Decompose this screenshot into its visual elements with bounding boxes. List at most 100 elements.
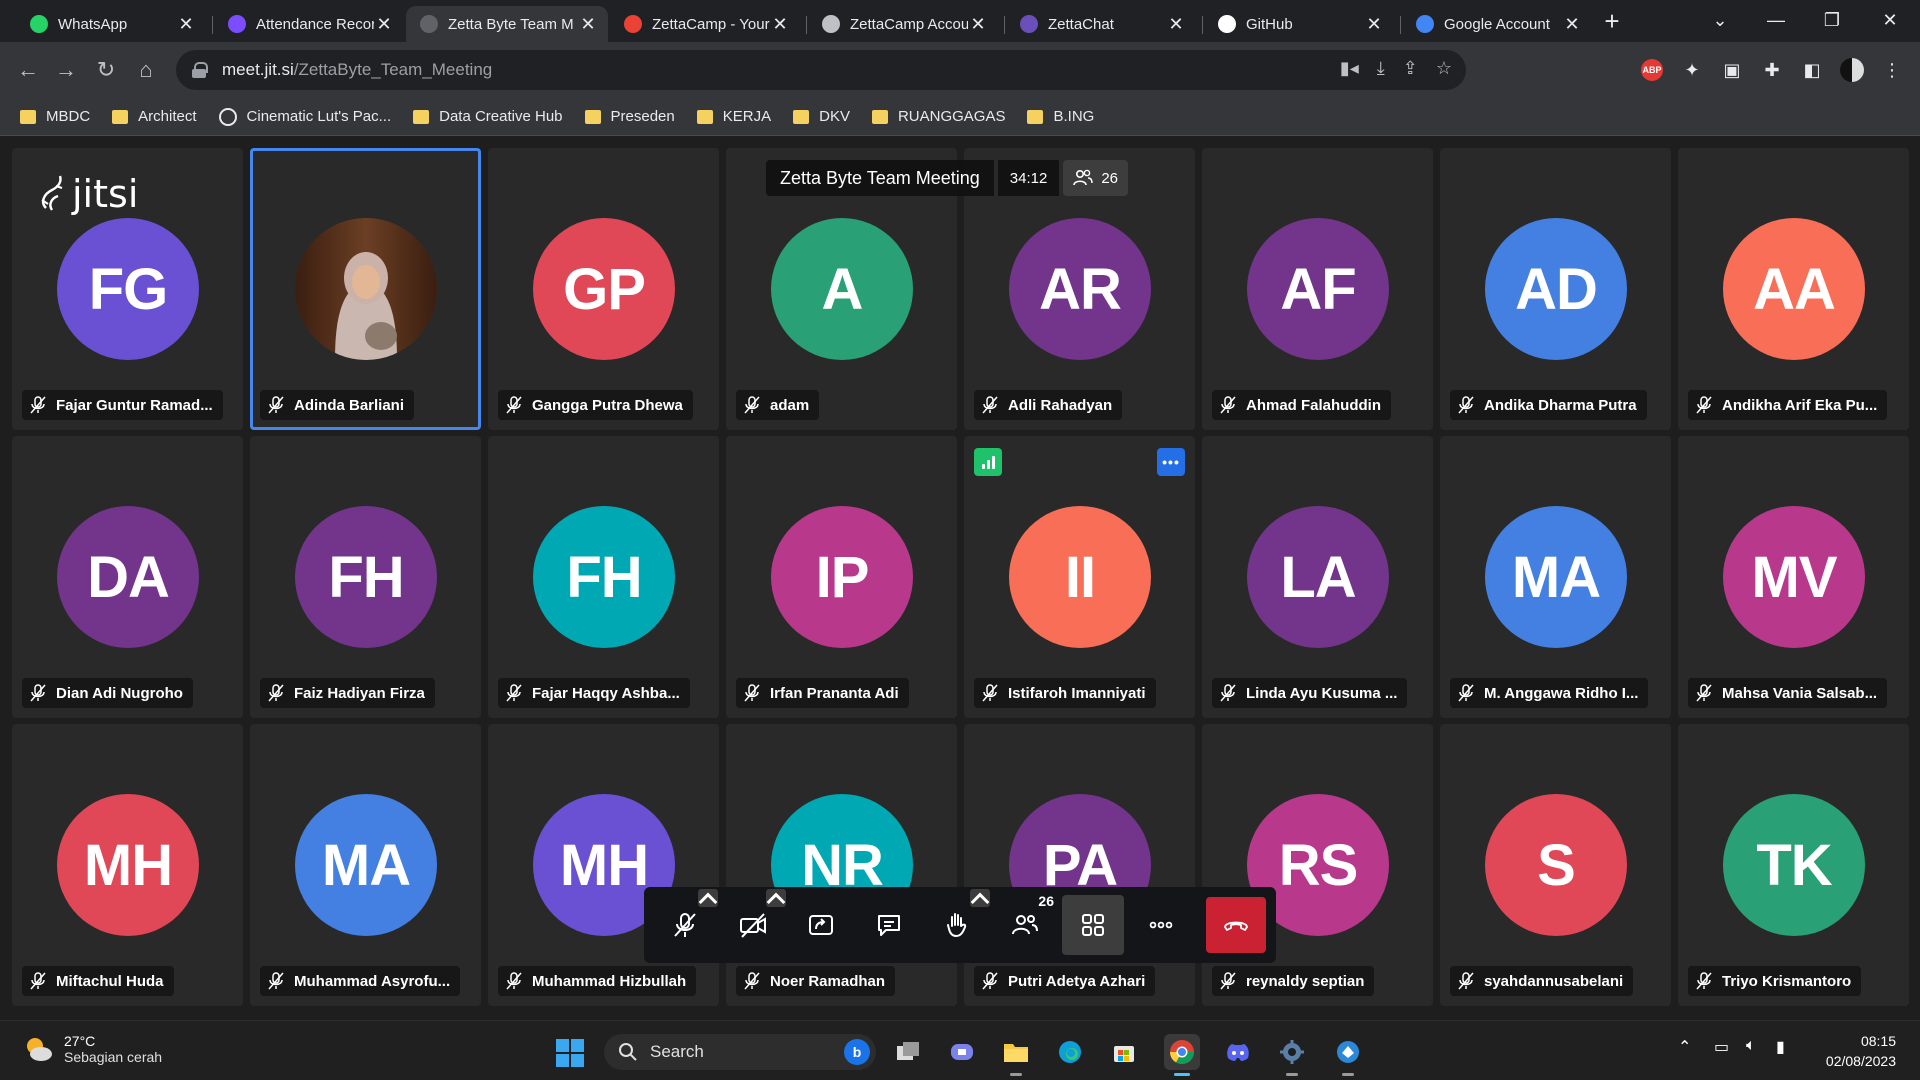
- home-icon[interactable]: ⌂: [132, 56, 160, 84]
- task-view-icon[interactable]: [890, 1034, 926, 1070]
- participant-tile[interactable]: TK Triyo Krismantoro: [1678, 724, 1909, 1006]
- participant-menu-icon[interactable]: •••: [1157, 448, 1185, 476]
- participants-button[interactable]: 26: [994, 893, 1056, 955]
- browser-tab[interactable]: Zetta Byte Team M ✕: [406, 6, 608, 42]
- participant-tile[interactable]: AD Andika Dharma Putra: [1440, 148, 1671, 430]
- participant-tile[interactable]: Adinda Barliani: [250, 148, 481, 430]
- close-tab-icon[interactable]: ✕: [176, 14, 196, 35]
- participant-tile[interactable]: NR Noer Ramadhan: [726, 724, 957, 1006]
- share-icon[interactable]: ⇪: [1403, 58, 1418, 79]
- participant-tile[interactable]: Ssyahdannusabelani: [1440, 724, 1671, 1006]
- bookmark-item[interactable]: RUANGGAGAS: [871, 108, 1005, 125]
- network-icon[interactable]: ▭: [1714, 1037, 1729, 1057]
- extension-icon[interactable]: ✦: [1678, 56, 1706, 84]
- video-settings-chevron-icon[interactable]: [766, 889, 786, 907]
- settings-gear-icon[interactable]: [1274, 1034, 1310, 1076]
- participant-tile[interactable]: LA Linda Ayu Kusuma ...: [1202, 436, 1433, 718]
- close-tab-icon[interactable]: ✕: [968, 14, 988, 35]
- close-tab-icon[interactable]: ✕: [578, 14, 598, 35]
- tab-search-chevron-icon[interactable]: ⌄: [1692, 0, 1748, 40]
- microphone-button[interactable]: [654, 889, 718, 955]
- participant-tile[interactable]: II ••• Istifaroh Imanniyati: [964, 436, 1195, 718]
- chrome-menu-icon[interactable]: ⋮: [1878, 56, 1906, 84]
- bookmark-item[interactable]: Cinematic Lut's Pac...: [218, 107, 391, 126]
- leave-meeting-button[interactable]: [1206, 897, 1267, 953]
- close-tab-icon[interactable]: ✕: [1166, 14, 1186, 35]
- participant-tile[interactable]: AF Ahmad Falahuddin: [1202, 148, 1433, 430]
- raise-hand-button[interactable]: [926, 889, 990, 955]
- close-tab-icon[interactable]: ✕: [374, 14, 394, 35]
- browser-tab[interactable]: ZettaCamp - Your ✕: [610, 6, 800, 42]
- close-tab-icon[interactable]: ✕: [1364, 14, 1384, 35]
- bookmark-item[interactable]: Data Creative Hub: [413, 108, 563, 125]
- browser-tab[interactable]: Attendance Recor ✕: [214, 6, 404, 42]
- extensions-puzzle-icon[interactable]: ✚: [1758, 56, 1786, 84]
- browser-tab[interactable]: ZettaCamp Accou ✕: [808, 6, 998, 42]
- more-actions-button[interactable]: [1130, 895, 1192, 955]
- volume-icon[interactable]: 🔈︎: [1746, 1037, 1756, 1055]
- side-panel-icon[interactable]: ◧: [1798, 56, 1826, 84]
- participant-tile[interactable]: AA Andikha Arif Eka Pu...: [1678, 148, 1909, 430]
- minimize-button[interactable]: —: [1748, 0, 1804, 40]
- connection-stats-icon[interactable]: [974, 448, 1002, 476]
- taskbar-search[interactable]: Search b: [604, 1034, 876, 1070]
- participant-tile[interactable]: MH Muhammad Hizbullah: [488, 724, 719, 1006]
- participant-tile[interactable]: MA M. Anggawa Ridho I...: [1440, 436, 1671, 718]
- restore-button[interactable]: ❐: [1804, 0, 1860, 40]
- media-router-icon[interactable]: ▣: [1718, 56, 1746, 84]
- adblock-extension-icon[interactable]: ABP: [1638, 56, 1666, 84]
- bookmark-item[interactable]: B.ING: [1027, 108, 1094, 125]
- browser-tab[interactable]: ZettaChat ✕: [1006, 6, 1196, 42]
- bookmark-star-icon[interactable]: ☆: [1436, 58, 1452, 79]
- close-window-button[interactable]: ✕: [1862, 0, 1918, 40]
- participant-tile[interactable]: PA Putri Adetya Azhari: [964, 724, 1195, 1006]
- close-tab-icon[interactable]: ✕: [1562, 14, 1582, 35]
- share-screen-button[interactable]: [790, 895, 852, 955]
- participant-tile[interactable]: MH Miftachul Huda: [12, 724, 243, 1006]
- bookmark-item[interactable]: Architect: [112, 108, 197, 125]
- profile-avatar[interactable]: [1838, 56, 1866, 84]
- bookmark-item[interactable]: MBDC: [20, 108, 90, 125]
- participant-tile[interactable]: MA Muhammad Asyrofu...: [250, 724, 481, 1006]
- file-explorer-icon[interactable]: [998, 1034, 1034, 1076]
- tile-view-button[interactable]: [1062, 895, 1124, 955]
- bookmark-item[interactable]: DKV: [793, 108, 850, 125]
- audio-settings-chevron-icon[interactable]: [698, 889, 718, 907]
- bookmark-item[interactable]: Preseden: [584, 108, 675, 125]
- lock-icon[interactable]: [192, 62, 208, 78]
- install-app-icon[interactable]: ⤓: [1377, 58, 1385, 79]
- participant-tile[interactable]: FH Fajar Haqqy Ashba...: [488, 436, 719, 718]
- microsoft-store-icon[interactable]: [1106, 1034, 1142, 1070]
- browser-tab[interactable]: Google Account ✕: [1402, 6, 1592, 42]
- participant-tile[interactable]: RS reynaldy septian: [1202, 724, 1433, 1006]
- bookmark-item[interactable]: KERJA: [696, 108, 771, 125]
- camera-in-use-icon[interactable]: ▮◂: [1340, 58, 1359, 79]
- browser-tab[interactable]: GitHub ✕: [1204, 6, 1394, 42]
- participant-tile[interactable]: GP Gangga Putra Dhewa: [488, 148, 719, 430]
- chat-button[interactable]: [858, 895, 920, 955]
- edge-icon[interactable]: [1052, 1034, 1088, 1070]
- forward-arrow-icon[interactable]: →: [52, 56, 80, 84]
- participant-tile[interactable]: IP Irfan Prananta Adi: [726, 436, 957, 718]
- browser-tab[interactable]: WhatsApp ✕: [16, 6, 206, 42]
- weather-widget[interactable]: 27°C Sebagian cerah: [22, 1033, 162, 1065]
- bing-icon[interactable]: b: [844, 1039, 870, 1065]
- participant-count-button[interactable]: 26: [1063, 160, 1129, 196]
- chrome-icon[interactable]: [1164, 1034, 1200, 1076]
- reload-icon[interactable]: ↻: [92, 56, 120, 84]
- back-arrow-icon[interactable]: ←: [14, 56, 42, 84]
- close-tab-icon[interactable]: ✕: [770, 14, 790, 35]
- address-bar[interactable]: meet.jit.si/ZettaByte_Team_Meeting ▮◂ ⤓ …: [176, 50, 1466, 90]
- start-button[interactable]: [556, 1039, 584, 1067]
- discord-icon[interactable]: [1220, 1034, 1256, 1070]
- new-tab-button[interactable]: +: [1598, 8, 1626, 36]
- reactions-chevron-icon[interactable]: [970, 889, 990, 907]
- blue-app-icon[interactable]: [1330, 1034, 1366, 1076]
- system-clock[interactable]: 08:15 02/08/2023: [1826, 1031, 1896, 1071]
- participant-tile[interactable]: MV Mahsa Vania Salsab...: [1678, 436, 1909, 718]
- teams-chat-icon[interactable]: [944, 1034, 980, 1070]
- show-hidden-icons-chevron-icon[interactable]: ⌃: [1678, 1037, 1691, 1057]
- battery-icon[interactable]: ▮: [1776, 1037, 1785, 1057]
- participant-tile[interactable]: DA Dian Adi Nugroho: [12, 436, 243, 718]
- camera-button[interactable]: [722, 889, 786, 955]
